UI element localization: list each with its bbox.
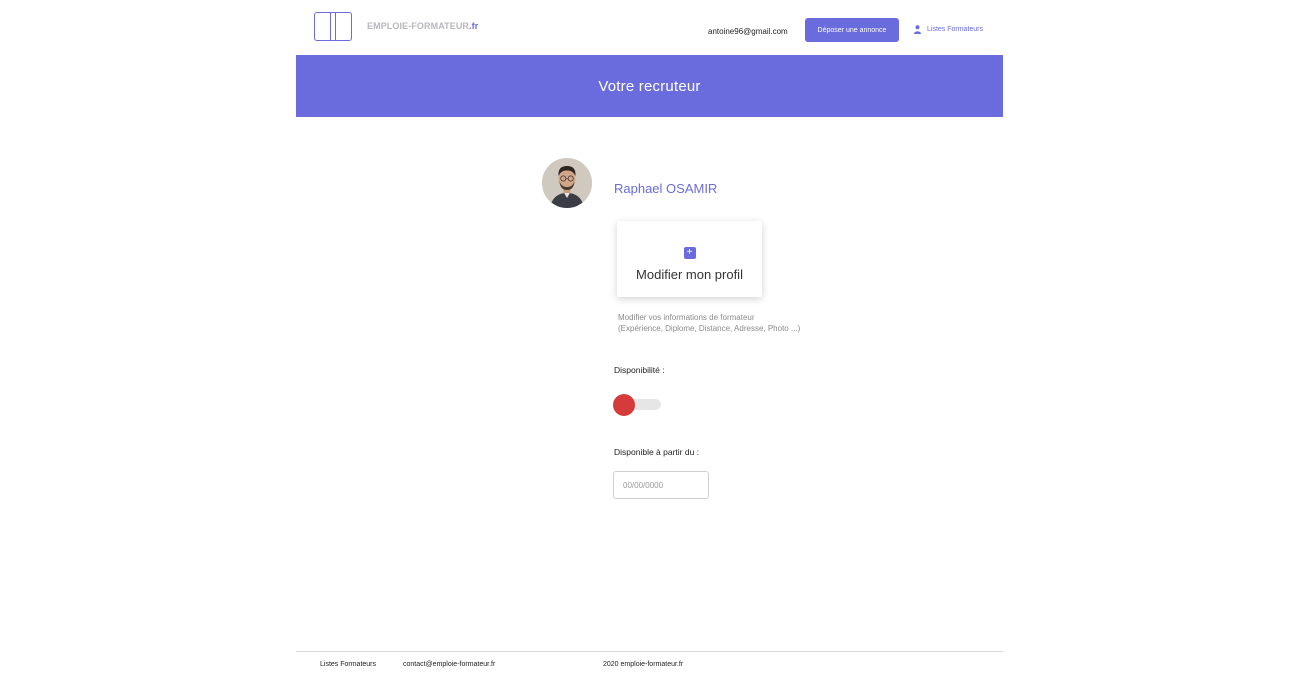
avatar: [542, 158, 592, 208]
edit-profile-label: Modifier mon profil: [636, 267, 743, 282]
nav-trainers-label: Listes Formateurs: [927, 26, 984, 33]
footer-copyright: 2020 emploie-formateur.fr: [603, 661, 684, 668]
avatar-photo: [542, 158, 592, 208]
edit-profile-card[interactable]: + Modifier mon profil: [617, 221, 762, 297]
available-from-label: Disponible à partir du :: [614, 447, 700, 457]
logo-mark-icon: [313, 11, 354, 42]
logo-text: EMPLOIE-FORMATEUR.fr: [367, 21, 479, 31]
footer-contact-email[interactable]: contact@emploie-formateur.fr: [403, 661, 495, 668]
page-title: Votre recruteur: [598, 77, 701, 95]
edit-description-line1: Modifier vos informations de formateur: [618, 313, 755, 322]
toggle-knob: [613, 394, 635, 416]
footer-trainers-link[interactable]: Listes Formateurs: [320, 661, 376, 668]
site-logo[interactable]: EMPLOIE-FORMATEUR.fr: [313, 11, 478, 42]
plus-icon: +: [683, 247, 696, 259]
edit-description-line2: (Expérience, Diplome, Distance, Adresse,…: [618, 324, 801, 333]
edit-profile-description: Modifier vos informations de formateur (…: [618, 312, 800, 334]
post-ad-button[interactable]: Déposer une annonce: [805, 18, 899, 42]
user-icon: [914, 25, 921, 34]
availability-toggle[interactable]: [613, 394, 661, 416]
nav-trainers-link[interactable]: Listes Formateurs: [914, 25, 983, 34]
available-from-date-input[interactable]: [613, 471, 709, 499]
page-banner: Votre recruteur: [296, 55, 1003, 117]
availability-label: Disponibilité :: [614, 365, 665, 375]
user-email: antoine96@gmail.com: [708, 27, 788, 36]
profile-name: Raphael OSAMIR: [614, 181, 718, 196]
page: EMPLOIE-FORMATEUR.fr antoine96@gmail.com…: [0, 0, 1300, 700]
footer-divider: [296, 651, 1003, 652]
